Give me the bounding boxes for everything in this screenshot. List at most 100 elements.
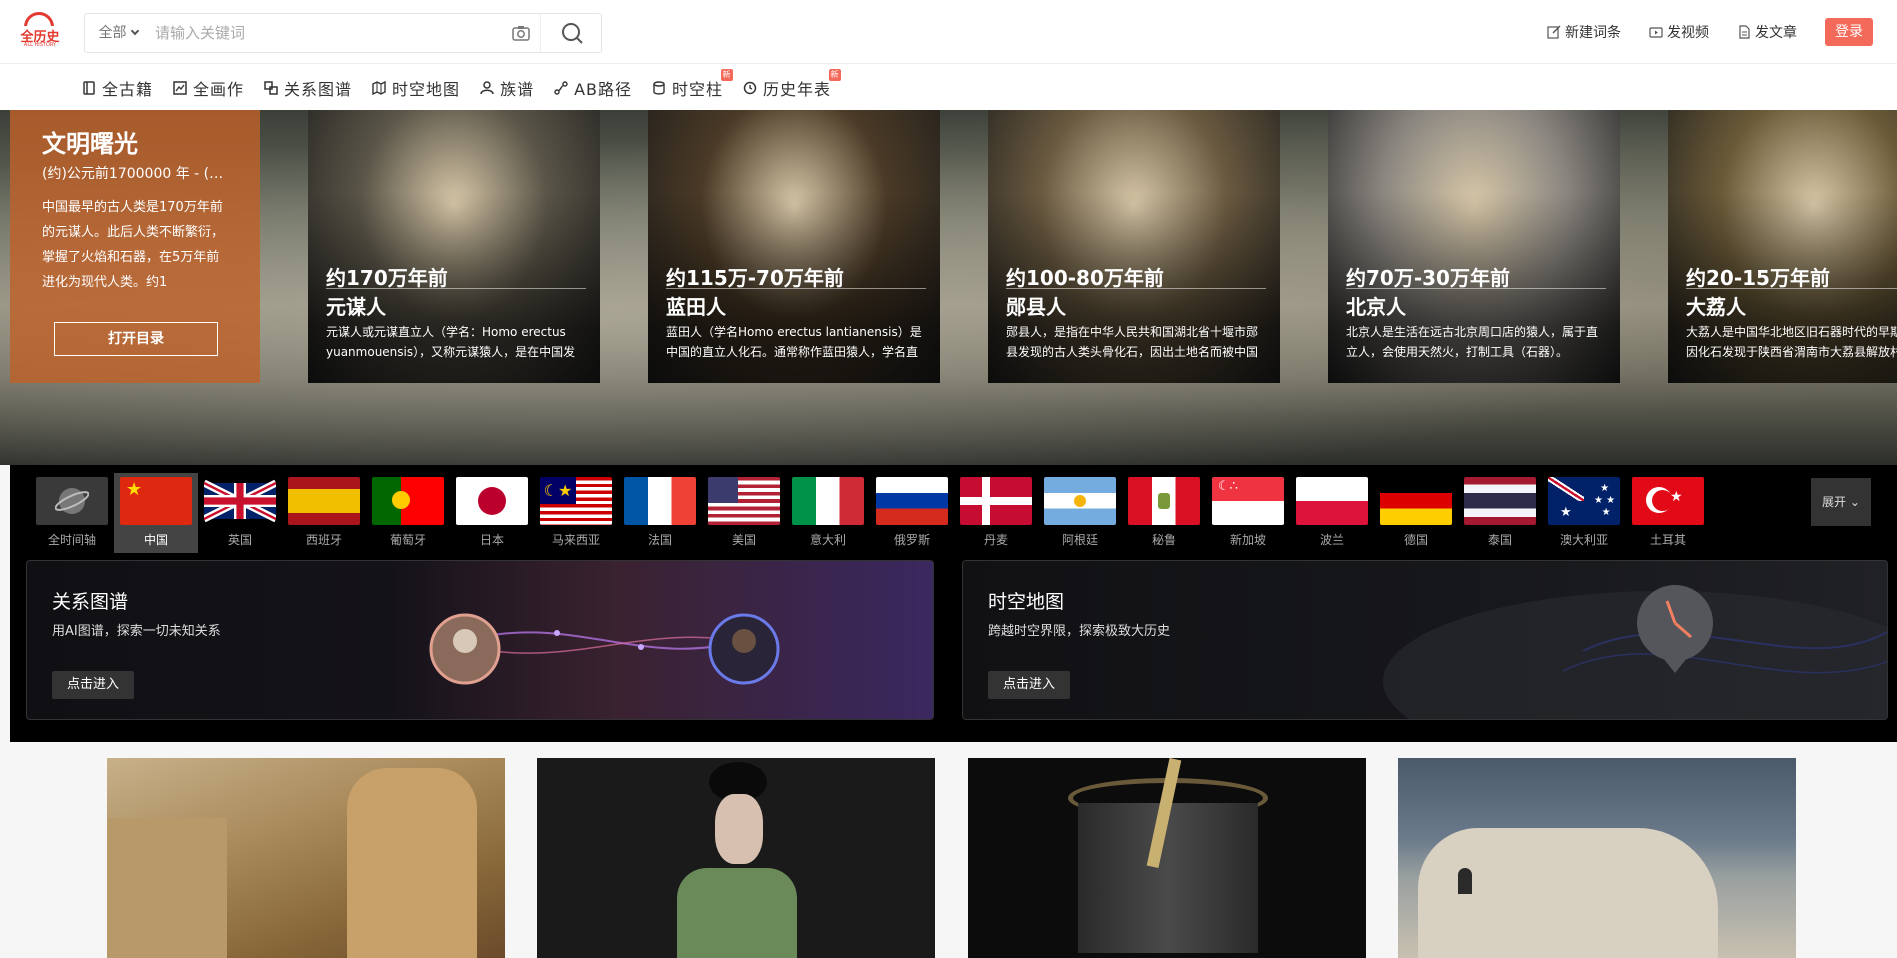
country-label: 中国 bbox=[143, 533, 168, 547]
country-label: 法国 bbox=[647, 533, 672, 547]
graph-decoration bbox=[429, 613, 780, 685]
country-label: 德国 bbox=[1403, 533, 1428, 547]
era-card-period: 约100-80万年前 bbox=[1006, 266, 1164, 290]
era-card-description: 蓝田人（学名Homo erectus lantianensis）是中国的直立人化… bbox=[666, 325, 922, 359]
country-label: 泰国 bbox=[1487, 533, 1512, 547]
country-flag-es[interactable]: 西班牙 bbox=[282, 473, 366, 553]
era-card-period: 约20-15万年前 bbox=[1686, 266, 1830, 290]
era-card-period: 约115万-70万年前 bbox=[666, 266, 844, 290]
nav-spacetime-map[interactable]: 时空地图 bbox=[372, 76, 460, 100]
edit-icon bbox=[1547, 25, 1561, 39]
era-card[interactable]: 约115万-70万年前 蓝田人蓝田人（学名Homo erectus lantian… bbox=[648, 110, 940, 383]
era-card[interactable]: 约70万-30万年前 北京人 北京人是生活在远古北京周口店的猿人，属于直立人，会使用… bbox=[1328, 110, 1620, 383]
country-label: 秘鲁 bbox=[1151, 533, 1176, 547]
country-label: 美国 bbox=[731, 533, 756, 547]
panel-title: 时空地图 bbox=[988, 591, 1065, 613]
nav-ancient-books[interactable]: 全古籍 bbox=[82, 76, 153, 100]
country-label: 日本 bbox=[479, 533, 504, 547]
nav-ab-path[interactable]: AB路径 bbox=[554, 76, 632, 100]
flag-icon bbox=[792, 477, 864, 525]
flag-icon: ☾∴ bbox=[1212, 477, 1284, 525]
era-card-name: 蓝田人 bbox=[666, 295, 726, 319]
country-flag-fr[interactable]: 法国 bbox=[618, 473, 702, 553]
expand-button[interactable]: 展开 ⌄ bbox=[1811, 478, 1871, 526]
country-flag-de[interactable]: 德国 bbox=[1374, 473, 1458, 553]
era-card[interactable]: 约20-15万年前大荔人大荔人是中国华北地区旧石器时代的早期人类，因化石发现于陕… bbox=[1668, 110, 1897, 383]
era-card-name: 元谋人 bbox=[326, 295, 386, 319]
flag-icon bbox=[1044, 477, 1116, 525]
map-icon bbox=[372, 81, 386, 95]
country-flag-jp[interactable]: 日本 bbox=[450, 473, 534, 553]
country-flag-ru[interactable]: 俄罗斯 bbox=[870, 473, 954, 553]
map-decoration bbox=[1383, 585, 1887, 719]
era-card-description: 北京人是生活在远古北京周口店的猿人，属于直立人，会使用天然火，打制工具（石器）。 bbox=[1346, 325, 1599, 359]
nav-genealogy[interactable]: 族谱 bbox=[480, 76, 534, 100]
enter-graph-button[interactable]: 点击进入 bbox=[52, 671, 134, 699]
clock-icon bbox=[743, 81, 757, 95]
country-flag-my[interactable]: ☾★ 马来西亚 bbox=[534, 473, 618, 553]
era-card[interactable]: 约100-80万年前 郧县人 郧县人，是指在中华人民共和国湖北省十堰市郧县发现的古人… bbox=[988, 110, 1280, 383]
site-logo[interactable]: 全历史 ALL HISTORY bbox=[18, 12, 62, 48]
country-flag-sg[interactable]: ☾∴ 新加坡 bbox=[1206, 473, 1290, 553]
country-flag-it[interactable]: 意大利 bbox=[786, 473, 870, 553]
country-flag-th[interactable]: 泰国 bbox=[1458, 473, 1542, 553]
chevron-down-icon bbox=[130, 26, 139, 36]
post-article-button[interactable]: 发文章 bbox=[1737, 22, 1797, 42]
country-flag-us[interactable]: 美国 bbox=[702, 473, 786, 553]
flag-icon bbox=[1128, 477, 1200, 525]
nav-history-timeline[interactable]: 历史年表新 bbox=[743, 69, 842, 100]
search-scope-select[interactable]: 全部 bbox=[85, 14, 151, 52]
country-flag-cn[interactable]: ★ 中国 bbox=[114, 473, 198, 553]
post-video-button[interactable]: 发视频 bbox=[1649, 22, 1709, 42]
camera-icon[interactable] bbox=[501, 14, 541, 52]
path-icon bbox=[554, 81, 568, 95]
country-flag-pt[interactable]: 葡萄牙 bbox=[366, 473, 450, 553]
era-card-name: 北京人 bbox=[1346, 295, 1406, 319]
country-flag-au[interactable]: ★ ★ ★ ★ ★ 澳大利亚 bbox=[1542, 473, 1626, 553]
nav-paintings[interactable]: 全画作 bbox=[173, 76, 244, 100]
gallery-image-artifact[interactable] bbox=[968, 758, 1366, 958]
country-flag-tr[interactable]: ★ 土耳其 bbox=[1626, 473, 1710, 553]
country-label: 葡萄牙 bbox=[389, 533, 426, 547]
nav-spacetime-pillar[interactable]: 时空柱新 bbox=[652, 69, 734, 100]
open-catalog-button[interactable]: 打开目录 bbox=[54, 322, 218, 356]
flag-icon bbox=[708, 477, 780, 525]
panel-description: 跨越时空界限，探索极致大历史 bbox=[988, 624, 1171, 639]
country-flag-pl[interactable]: 波兰 bbox=[1290, 473, 1374, 553]
gallery-image-tang-figure[interactable] bbox=[537, 758, 935, 958]
flag-icon bbox=[288, 477, 360, 525]
nav-relation-graph[interactable]: 关系图谱 bbox=[264, 76, 352, 100]
country-label: 丹麦 bbox=[983, 533, 1008, 547]
country-flag-ar[interactable]: 阿根廷 bbox=[1038, 473, 1122, 553]
gallery-image-ruins[interactable] bbox=[1398, 758, 1796, 958]
new-badge: 新 bbox=[829, 69, 842, 81]
country-label: 阿根廷 bbox=[1061, 533, 1098, 547]
country-flag-pe[interactable]: 秘鲁 bbox=[1122, 473, 1206, 553]
enter-map-button[interactable]: 点击进入 bbox=[988, 671, 1070, 699]
painting-icon bbox=[173, 81, 187, 95]
flag-icon bbox=[1296, 477, 1368, 525]
flag-icon bbox=[1464, 477, 1536, 525]
country-flag-uk[interactable]: 英国 bbox=[198, 473, 282, 553]
era-carousel: 文明曙光 (约)公元前1700000 年 - (约... 中国最早的古人类是17… bbox=[0, 110, 1897, 465]
era-card-period: 约170万年前 bbox=[326, 266, 448, 290]
country-label: 波兰 bbox=[1319, 533, 1344, 547]
country-label: 新加坡 bbox=[1229, 533, 1266, 547]
new-entry-button[interactable]: 新建词条 bbox=[1547, 22, 1621, 42]
flag-icon: ☾★ bbox=[540, 477, 612, 525]
era-card[interactable]: 约170万年前 元谋人 元谋人或元谋直立人（学名：Homo erectus yuan… bbox=[308, 110, 600, 383]
country-flag-dk[interactable]: 丹麦 bbox=[954, 473, 1038, 553]
login-button[interactable]: 登录 bbox=[1825, 18, 1873, 46]
flag-icon: ★ ★ ★ ★ ★ bbox=[1548, 477, 1620, 525]
era-span: (约)公元前1700000 年 - (约... bbox=[42, 166, 228, 182]
gallery-image-egypt[interactable] bbox=[107, 758, 505, 958]
era-card-name: 大荔人 bbox=[1686, 295, 1746, 319]
era-intro-panel: 文明曙光 (约)公元前1700000 年 - (约... 中国最早的古人类是17… bbox=[10, 110, 260, 383]
country-label: 西班牙 bbox=[305, 533, 342, 547]
country-flag-globe[interactable]: 全时间轴 bbox=[30, 473, 114, 553]
era-card-description: 郧县人，是指在中华人民共和国湖北省十堰市郧县发现的古人类头骨化石，因出土地名而被… bbox=[1006, 325, 1259, 359]
search-icon[interactable] bbox=[543, 14, 601, 52]
pillar-icon bbox=[653, 81, 665, 95]
country-section: 全时间轴 ★ 中国 英国 西班牙 葡萄牙 日本 ☾★ 马来西亚 法国 美国 意大利 俄罗斯 丹麦 阿根廷 秘鲁… bbox=[10, 465, 1897, 742]
country-label: 意大利 bbox=[809, 533, 846, 547]
